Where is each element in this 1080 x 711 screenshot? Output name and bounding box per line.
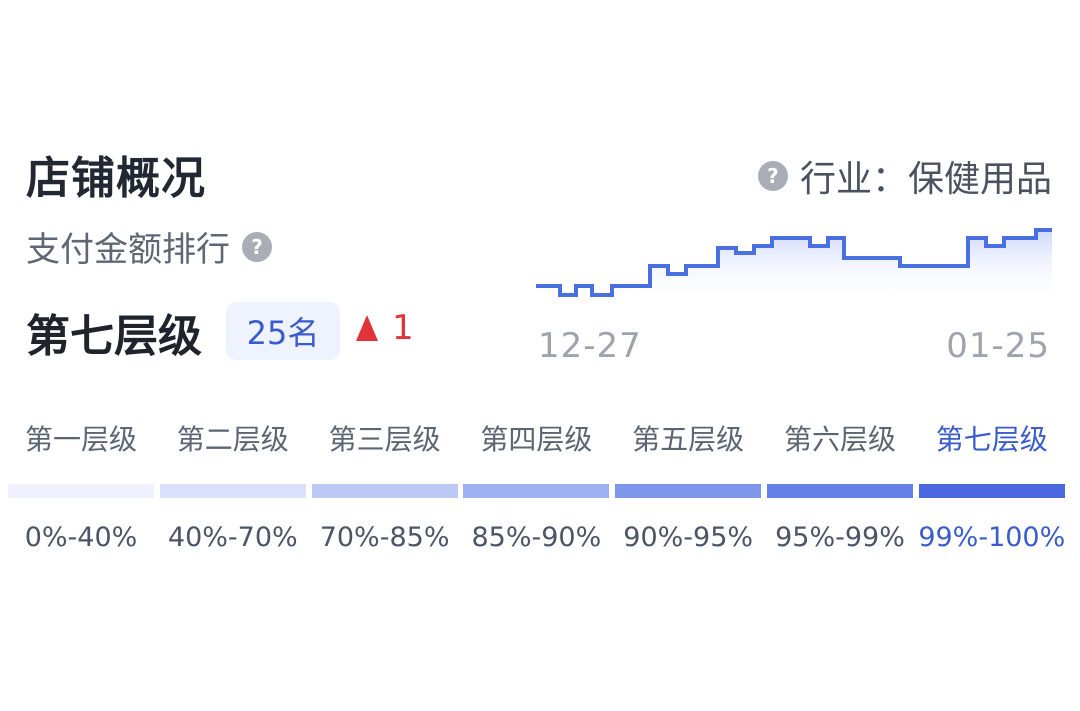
tier-range: 95%-99%: [775, 522, 905, 553]
up-triangle-icon: [356, 315, 378, 341]
tier-bar: [159, 484, 306, 498]
page-title: 店铺概况: [26, 153, 206, 204]
tier-bar: [615, 484, 762, 498]
tier-item: 第七层级 99%-100%: [918, 418, 1065, 553]
tier-bar: [767, 484, 913, 498]
tier-label: 第四层级: [480, 423, 593, 456]
trend-end-date: 01-25: [946, 326, 1050, 366]
tier-bar: [918, 484, 1065, 498]
tier-label: 第七层级: [935, 423, 1048, 456]
tier-label: 第一层级: [24, 423, 137, 456]
question-circle-icon[interactable]: ?: [757, 161, 788, 191]
tier-bar: [463, 484, 610, 498]
tier-item: 第四层级 85%-90%: [463, 418, 610, 553]
rank-change: 1: [356, 308, 414, 348]
ranking-label: 支付金额排行: [26, 230, 230, 270]
tier-range: 40%-70%: [167, 522, 298, 553]
tier-item: 第五层级 90%-95%: [615, 418, 762, 553]
current-level: 第七层级: [26, 311, 202, 362]
tier-label: 第二层级: [176, 423, 289, 456]
trend-sparkline: [536, 228, 1052, 302]
tier-range: 99%-100%: [918, 522, 1066, 553]
tier-label: 第六层级: [783, 423, 896, 456]
ranking-subtitle: 支付金额排行 ?: [26, 222, 272, 271]
industry-label: 行业：保健用品: [799, 159, 1052, 200]
tier-range: 0%-40%: [24, 522, 138, 553]
question-circle-icon[interactable]: ?: [242, 231, 272, 262]
trend-start-date: 12-27: [538, 326, 642, 366]
tier-bar: [311, 484, 458, 498]
tier-range: 70%-85%: [319, 522, 450, 553]
tier-label: 第三层级: [328, 423, 441, 456]
tier-item: 第六层级 95%-99%: [767, 418, 913, 553]
tier-range: 85%-90%: [471, 522, 602, 553]
tier-item: 第三层级 70%-85%: [311, 418, 458, 553]
rank-badge: 25名: [226, 302, 340, 360]
tier-range: 90%-95%: [623, 522, 754, 553]
tier-label: 第五层级: [632, 423, 745, 456]
industry-info: ? 行业：保健用品: [757, 150, 1052, 202]
tier-bar: [8, 484, 154, 498]
tier-item: 第一层级 0%-40%: [8, 418, 154, 553]
rank-change-value: 1: [392, 308, 414, 348]
tier-item: 第二层级 40%-70%: [159, 418, 306, 553]
